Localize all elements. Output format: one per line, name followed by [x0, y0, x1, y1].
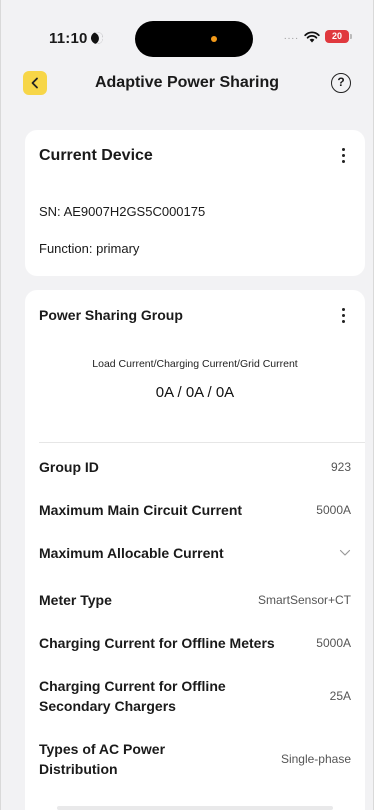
row-value: SmartSensor+CT — [257, 593, 351, 607]
status-bar: 11:10 .... 20 — [1, 0, 373, 60]
current-device-card: Current Device SN: AE9007H2GS5C000175 Fu… — [25, 130, 365, 276]
signal-icon: .... — [283, 31, 299, 42]
help-icon[interactable]: ? — [331, 73, 351, 93]
status-time: 11:10 — [49, 30, 105, 47]
battery-icon: 20 — [325, 30, 352, 43]
nav-bar: Adaptive Power Sharing ? — [1, 60, 373, 106]
row-label: Maximum Allocable Current — [39, 545, 224, 561]
more-vertical-icon[interactable] — [335, 148, 351, 163]
row-value: 5000A — [316, 503, 351, 517]
wifi-icon — [304, 30, 320, 42]
scroll-hint — [57, 806, 333, 810]
offline-secondary-chargers-row[interactable]: Charging Current for Offline Secondary C… — [39, 676, 351, 716]
row-label: Maximum Main Circuit Current — [39, 502, 243, 518]
row-label: Meter Type — [39, 592, 112, 608]
power-sharing-group-title: Power Sharing Group — [39, 307, 183, 323]
meter-type-row[interactable]: Meter Type SmartSensor+CT — [39, 590, 351, 610]
current-summary-value: 0A / 0A / 0A — [155, 384, 235, 401]
max-allocable-current-row[interactable]: Maximum Allocable Current — [39, 543, 351, 563]
serial-number: SN: AE9007H2GS5C000175 — [39, 204, 206, 219]
back-button[interactable] — [23, 71, 47, 95]
more-vertical-icon[interactable] — [335, 308, 351, 323]
group-id-row: Group ID 923 — [39, 457, 351, 477]
current-device-title: Current Device — [39, 147, 153, 164]
status-indicators: .... 20 — [283, 30, 352, 43]
divider — [39, 442, 365, 443]
ac-power-distribution-row[interactable]: Types of AC Power Distribution Single-ph… — [39, 739, 351, 779]
row-label: Charging Current for Offline Meters — [39, 635, 275, 651]
max-main-circuit-current-row[interactable]: Maximum Main Circuit Current 5000A — [39, 500, 351, 520]
offline-meters-current-row[interactable]: Charging Current for Offline Meters 5000… — [39, 633, 351, 653]
chevron-down-icon[interactable] — [339, 549, 351, 557]
power-sharing-group-card: Power Sharing Group Load Current/Chargin… — [25, 290, 365, 810]
privacy-indicator-icon — [211, 36, 217, 42]
row-label: Charging Current for Offline Secondary C… — [39, 678, 226, 714]
device-function: Function: primary — [39, 241, 140, 256]
row-value: 5000A — [316, 636, 351, 650]
row-value: 923 — [330, 460, 351, 474]
moon-icon — [88, 30, 105, 46]
back-chevron-icon — [31, 77, 38, 89]
row-value: 25A — [329, 689, 351, 703]
app-screen: 11:10 .... 20 Adaptive Power Sharing ? C… — [0, 0, 374, 810]
row-label: Group ID — [39, 459, 99, 475]
time-text: 11:10 — [49, 30, 88, 47]
row-label: Types of AC Power Distribution — [39, 741, 166, 777]
current-summary-label: Load Current/Charging Current/Grid Curre… — [92, 358, 298, 370]
page-title: Adaptive Power Sharing — [94, 74, 280, 91]
row-value: Single-phase — [280, 752, 351, 766]
dynamic-island — [135, 21, 253, 57]
